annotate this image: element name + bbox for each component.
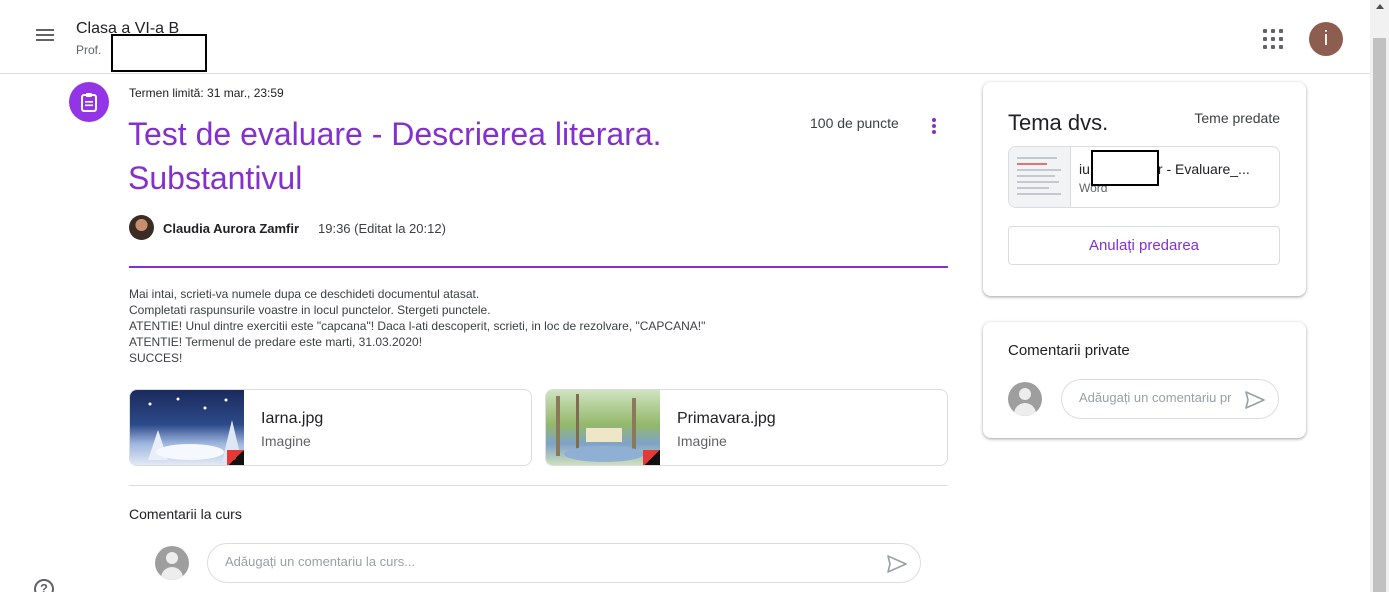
attachment-thumbnail	[130, 390, 244, 465]
class-comment-input[interactable]	[225, 554, 865, 569]
status-badge: Teme predate	[1194, 110, 1280, 126]
hamburger-menu-icon[interactable]	[30, 26, 60, 50]
private-comment-box[interactable]	[1061, 379, 1279, 419]
unsubmit-button[interactable]: Anulați predarea	[1008, 226, 1280, 265]
title-divider	[129, 266, 948, 268]
user-avatar-icon	[1008, 382, 1042, 416]
assignment-description: Mai intai, scrieti-va numele dupa ce des…	[129, 286, 705, 366]
due-date: Termen limită: 31 mar., 23:59	[129, 86, 284, 100]
assignment-title: Test de evaluare - Descrierea literara. …	[128, 116, 662, 196]
teacher-prefix: Prof.	[76, 43, 105, 57]
scroll-up-arrow-icon[interactable]	[1376, 4, 1384, 9]
scroll-thumb[interactable]	[1373, 38, 1386, 592]
post-time: 19:36 (Editat la 20:12)	[318, 221, 446, 236]
redaction-box	[111, 34, 207, 72]
private-comment-input[interactable]	[1079, 390, 1231, 405]
your-work-title: Tema dvs.	[1008, 110, 1109, 135]
redaction-box	[1091, 150, 1159, 186]
attachment-name: Iarna.jpg	[261, 410, 324, 427]
attachment-type: Imagine	[261, 433, 311, 449]
class-comment-box[interactable]	[207, 543, 921, 583]
description-line: Completati raspunsurile voastre in locul…	[129, 303, 491, 317]
send-icon[interactable]	[886, 554, 908, 574]
attachment-iarna[interactable]: Iarna.jpg Imagine	[129, 389, 532, 466]
file-type-badge-icon	[643, 450, 660, 465]
user-avatar-icon	[155, 546, 189, 580]
account-avatar[interactable]: i	[1309, 22, 1343, 56]
file-type-badge-icon	[227, 450, 244, 465]
file-name-start: iu	[1079, 161, 1090, 177]
comments-divider	[129, 485, 948, 486]
description-line: ATENTIE! Unul dintre exercitii este "cap…	[129, 319, 706, 333]
attachment-name: Primavara.jpg	[677, 410, 776, 427]
attachment-type: Imagine	[677, 433, 727, 449]
assignment-icon	[69, 82, 109, 122]
send-icon[interactable]	[1244, 390, 1266, 410]
document-thumbnail-icon	[1009, 147, 1071, 207]
author-name: Claudia Aurora Zamfir	[163, 221, 300, 236]
points-label: 100 de puncte	[810, 115, 899, 131]
help-icon[interactable]: ?	[34, 579, 54, 592]
attachment-thumbnail	[546, 390, 660, 465]
page-scrollbar[interactable]	[1370, 0, 1389, 592]
more-options-icon[interactable]	[928, 116, 940, 138]
private-comments-card: Comentarii private	[983, 322, 1306, 438]
class-comments-label[interactable]: Comentarii la curs	[129, 506, 242, 522]
private-comments-label: Comentarii private	[1008, 342, 1130, 359]
description-line: SUCCES!	[129, 351, 183, 365]
author-avatar	[129, 215, 154, 240]
description-line: ATENTIE! Termenul de predare este marti,…	[129, 335, 423, 349]
top-bar: Clasa a VI-a B Prof. c i	[0, 0, 1370, 74]
file-name-end: r - Evaluare_...	[1157, 161, 1250, 177]
apps-grid-icon[interactable]	[1262, 28, 1284, 50]
attachment-primavara[interactable]: Primavara.jpg Imagine	[545, 389, 948, 466]
your-work-card: Tema dvs. Teme predate iu r - Evaluare_..…	[983, 82, 1306, 296]
description-line: Mai intai, scrieti-va numele dupa ce des…	[129, 287, 480, 301]
